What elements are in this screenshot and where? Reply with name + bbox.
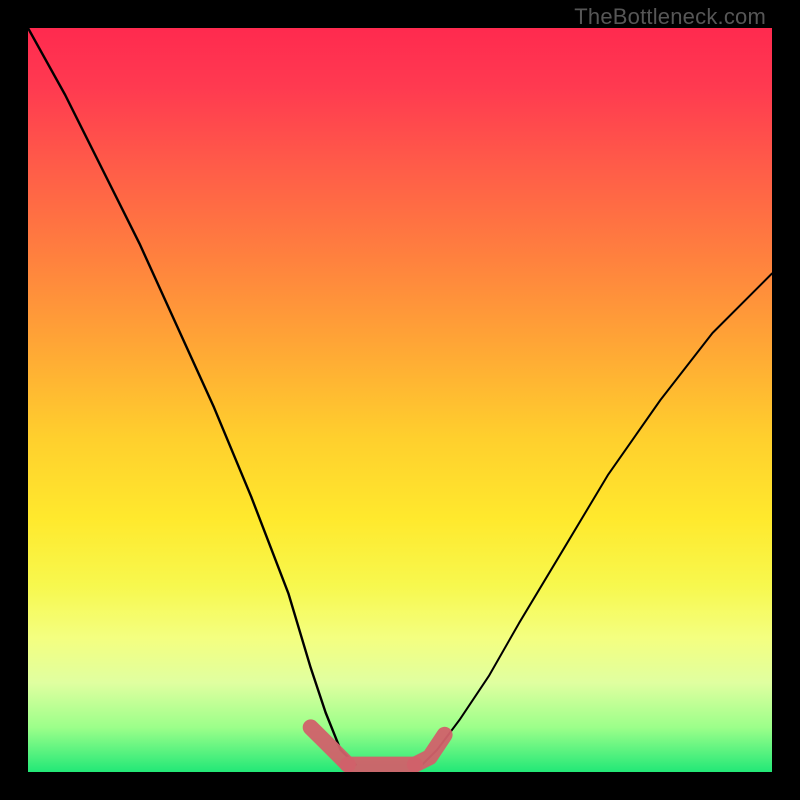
highlight-right: [415, 735, 445, 765]
series-curve-left: [28, 28, 355, 765]
curve-group: [28, 28, 772, 765]
chart-svg: [28, 28, 772, 772]
highlight-group: [311, 727, 445, 764]
series-curve-right: [422, 274, 772, 765]
chart-frame: TheBottleneck.com: [0, 0, 800, 800]
plot-area: [28, 28, 772, 772]
watermark-text: TheBottleneck.com: [574, 4, 766, 30]
